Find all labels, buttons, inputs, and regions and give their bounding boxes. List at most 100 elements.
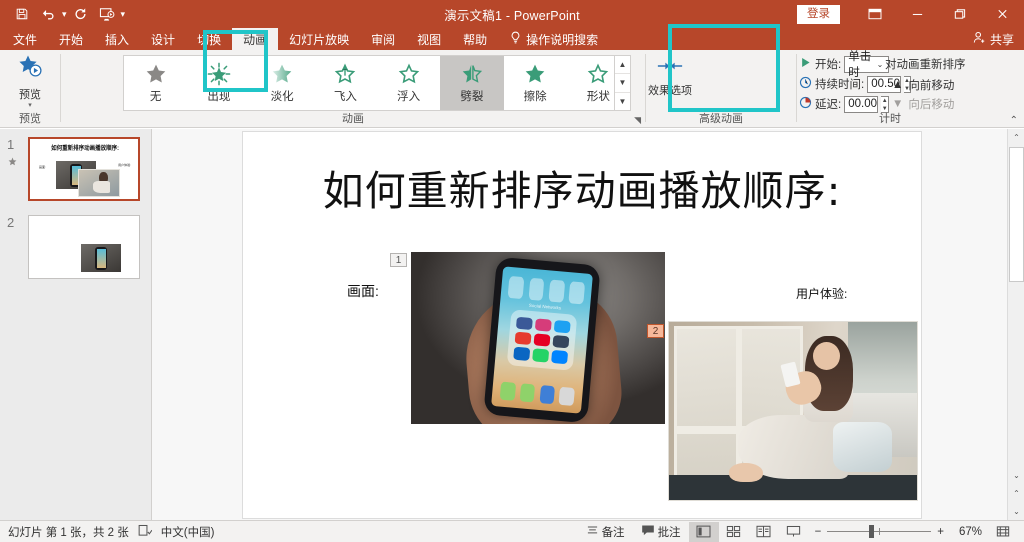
animation-appear[interactable]: 出现: [187, 56, 250, 110]
tab-transitions[interactable]: 切换: [186, 28, 232, 50]
scroll-down-button[interactable]: ⌄: [1008, 467, 1024, 484]
zoom-slider-handle[interactable]: [869, 525, 874, 538]
slideshow-view-button[interactable]: [779, 522, 809, 542]
slide-title-text[interactable]: 如何重新排序动画播放顺序:: [243, 157, 921, 217]
thumbnail-title: 如何重新排序动画播放顺序:: [38, 144, 132, 153]
animation-appear-label: 出现: [207, 88, 230, 104]
slide-thumbnail-pane[interactable]: 1 如何重新排序动画播放顺序: 画面: 用户体验: 2: [0, 129, 152, 520]
start-label: 开始:: [815, 56, 841, 72]
chevron-down-icon[interactable]: ▾: [28, 103, 32, 109]
ribbon-group-animation-label: 动画: [61, 110, 645, 126]
fit-slide-to-window-icon[interactable]: [988, 522, 1018, 542]
language-label[interactable]: 中文(中国): [161, 524, 215, 540]
zoom-out-button[interactable]: −: [815, 526, 822, 538]
vertical-scrollbar[interactable]: ⌃ ⌄ ⌃ ⌄: [1007, 129, 1024, 520]
restore-icon[interactable]: [938, 0, 980, 28]
current-slide[interactable]: 如何重新排序动画播放顺序: 画面: 用户体验: 1 2 Social Netwo…: [242, 131, 922, 519]
start-combobox[interactable]: 单击时 ⌄: [844, 56, 889, 73]
animation-flyin[interactable]: 飞入: [314, 56, 377, 110]
ribbon-group-animation: 无 出现 淡化 飞入 浮入: [61, 50, 645, 128]
animation-fade[interactable]: 淡化: [251, 56, 314, 110]
ribbon-group-reorder: 对动画重新排序 ▲ 向前移动 ▼ 向后移动 ⌃: [885, 50, 1024, 128]
tab-file[interactable]: 文件: [0, 28, 48, 50]
thumbnail-frame[interactable]: [28, 215, 140, 279]
lightbulb-icon: [510, 31, 521, 47]
gallery-scroll-buttons: ▲ ▼ ▼: [614, 56, 630, 110]
tab-animations[interactable]: 动画: [232, 28, 278, 50]
thumbnail-number: 1: [7, 137, 14, 152]
quick-access-toolbar: ▾ ▾: [0, 3, 125, 25]
comments-label: 批注: [658, 524, 681, 540]
slide-editing-area[interactable]: 如何重新排序动画播放顺序: 画面: 用户体验: 1 2 Social Netwo…: [152, 129, 1024, 520]
undo-dropdown-icon[interactable]: ▾: [62, 10, 67, 19]
zoom-in-button[interactable]: +: [937, 526, 944, 538]
animation-none[interactable]: 无: [124, 56, 187, 110]
animation-badge-2[interactable]: 2: [647, 324, 664, 338]
animation-badge-1[interactable]: 1: [390, 253, 407, 267]
slide-label-right[interactable]: 用户体验:: [796, 285, 847, 302]
comment-bubble-icon: [641, 524, 655, 539]
customize-qat-icon[interactable]: ▾: [121, 10, 126, 19]
share-button[interactable]: 共享: [973, 28, 1014, 50]
woman-at-window-photo[interactable]: [668, 321, 918, 501]
scroll-up-button[interactable]: ⌃: [1008, 129, 1024, 146]
thumbnail-slide-1[interactable]: 1 如何重新排序动画播放顺序: 画面: 用户体验:: [0, 137, 152, 209]
tab-design[interactable]: 设计: [140, 28, 186, 50]
tab-review[interactable]: 审阅: [360, 28, 406, 50]
slide-sorter-view-button[interactable]: [719, 522, 749, 542]
animation-floatin[interactable]: 浮入: [377, 56, 440, 110]
arrow-up-icon: ▲: [892, 79, 903, 91]
animation-indicator-icon[interactable]: [8, 153, 17, 171]
sign-in-button[interactable]: 登录: [797, 5, 840, 24]
ribbon-display-options-icon[interactable]: [854, 0, 896, 28]
delay-value: 00.00: [848, 98, 877, 110]
hand-holding-phone-photo[interactable]: Social Networks: [411, 252, 665, 424]
previous-slide-button[interactable]: ⌃: [1008, 485, 1024, 502]
move-later-button[interactable]: ▼ 向后移动: [885, 94, 1005, 113]
tell-me-search[interactable]: 操作说明搜索: [498, 28, 598, 50]
start-slideshow-icon[interactable]: [95, 3, 119, 25]
play-green-icon: [799, 56, 812, 72]
status-bar: 幻灯片 第 1 张，共 2 张 中文(中国) 备注 批注: [0, 520, 1024, 542]
redo-icon[interactable]: [69, 3, 93, 25]
preview-button[interactable]: 预览 ▾: [6, 54, 54, 109]
ribbon-group-timing: 开始: 单击时 ⌄ 持续时间: 00.50 ▲: [797, 50, 885, 128]
close-icon[interactable]: [980, 0, 1024, 28]
duration-row: 持续时间: 00.50 ▲ ▼: [799, 74, 889, 94]
minimize-icon[interactable]: [896, 0, 938, 28]
next-slide-button[interactable]: ⌄: [1008, 503, 1024, 520]
floor-shape: [669, 475, 917, 500]
tab-view[interactable]: 视图: [406, 28, 452, 50]
tab-help[interactable]: 帮助: [452, 28, 498, 50]
tab-insert[interactable]: 插入: [94, 28, 140, 50]
accessibility-check-icon[interactable]: [138, 524, 152, 540]
gallery-scroll-up-button[interactable]: ▲: [615, 56, 630, 74]
normal-view-button[interactable]: [689, 522, 719, 542]
tab-home[interactable]: 开始: [48, 28, 94, 50]
animation-shape-label: 形状: [587, 88, 610, 104]
undo-icon[interactable]: [36, 3, 60, 25]
gallery-more-button[interactable]: ▼: [615, 93, 630, 110]
thumbnail-slide-2[interactable]: 2: [0, 215, 152, 287]
slide-count-label[interactable]: 幻灯片 第 1 张，共 2 张: [8, 524, 129, 540]
zoom-percent-label[interactable]: 67%: [950, 526, 982, 538]
scrollbar-thumb[interactable]: [1009, 147, 1024, 282]
reading-view-button[interactable]: [749, 522, 779, 542]
thumbnail-photo-woman: [78, 169, 120, 197]
thumbnail-frame[interactable]: 如何重新排序动画播放顺序: 画面: 用户体验:: [28, 137, 140, 201]
gallery-scroll-down-button[interactable]: ▼: [615, 74, 630, 92]
zoom-slider[interactable]: [827, 525, 931, 539]
animation-split[interactable]: 劈裂: [440, 56, 503, 110]
animation-dialog-launcher[interactable]: ◥: [634, 115, 641, 126]
timing-controls: 开始: 单击时 ⌄ 持续时间: 00.50 ▲: [799, 54, 889, 114]
move-earlier-button[interactable]: ▲ 向前移动: [885, 75, 1005, 94]
animation-split-label: 劈裂: [460, 88, 483, 104]
tab-slideshow[interactable]: 幻灯片放映: [278, 28, 360, 50]
collapse-ribbon-button[interactable]: ⌃: [1010, 115, 1018, 126]
comments-button[interactable]: 批注: [633, 522, 689, 542]
notes-button[interactable]: 备注: [578, 522, 633, 542]
animation-wipe[interactable]: 擦除: [504, 56, 567, 110]
slide-label-left[interactable]: 画面:: [347, 281, 379, 301]
zoom-controls: − + 67%: [809, 525, 988, 539]
save-icon[interactable]: [10, 3, 34, 25]
